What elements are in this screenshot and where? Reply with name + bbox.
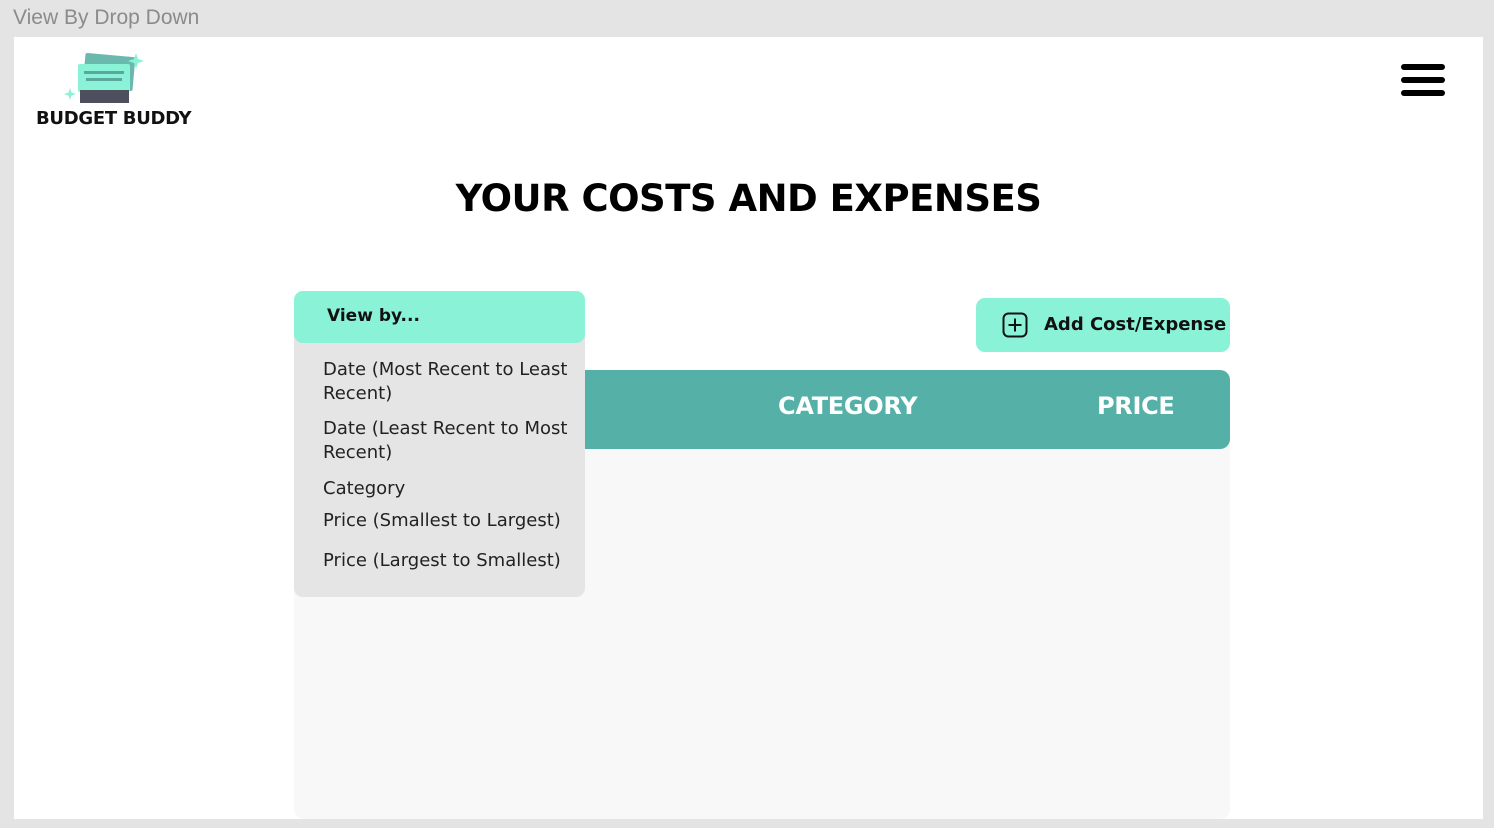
option-price-smallest-to-largest[interactable]: Price (Smallest to Largest)	[323, 509, 573, 533]
app-canvas: BUDGET BUDDY YOUR COSTS AND EXPENSES Add…	[14, 37, 1483, 819]
logo-text: BUDGET BUDDY	[36, 108, 192, 129]
hamburger-menu-icon[interactable]	[1401, 64, 1447, 98]
column-header-category[interactable]: CATEGORY	[778, 392, 918, 420]
logo[interactable]: BUDGET BUDDY	[36, 51, 192, 131]
view-by-dropdown: View by... Date (Most Recent to Least Re…	[294, 291, 585, 597]
view-by-toggle[interactable]: View by...	[294, 291, 585, 343]
option-date-least-recent[interactable]: Date (Least Recent to Most Recent)	[323, 417, 573, 465]
option-category[interactable]: Category	[323, 477, 573, 501]
add-cost-expense-button[interactable]: Add Cost/Expense	[976, 298, 1230, 352]
option-date-most-recent[interactable]: Date (Most Recent to Least Recent)	[323, 358, 573, 406]
plus-square-icon	[1002, 312, 1028, 338]
page-title: YOUR COSTS AND EXPENSES	[455, 177, 1042, 220]
budget-buddy-logo-icon	[64, 53, 144, 103]
column-header-price[interactable]: PRICE	[1097, 392, 1175, 420]
option-price-largest-to-smallest[interactable]: Price (Largest to Smallest)	[323, 549, 573, 573]
frame-label: View By Drop Down	[13, 6, 200, 29]
view-by-label: View by...	[327, 306, 420, 326]
add-cost-expense-label: Add Cost/Expense	[1044, 314, 1227, 335]
